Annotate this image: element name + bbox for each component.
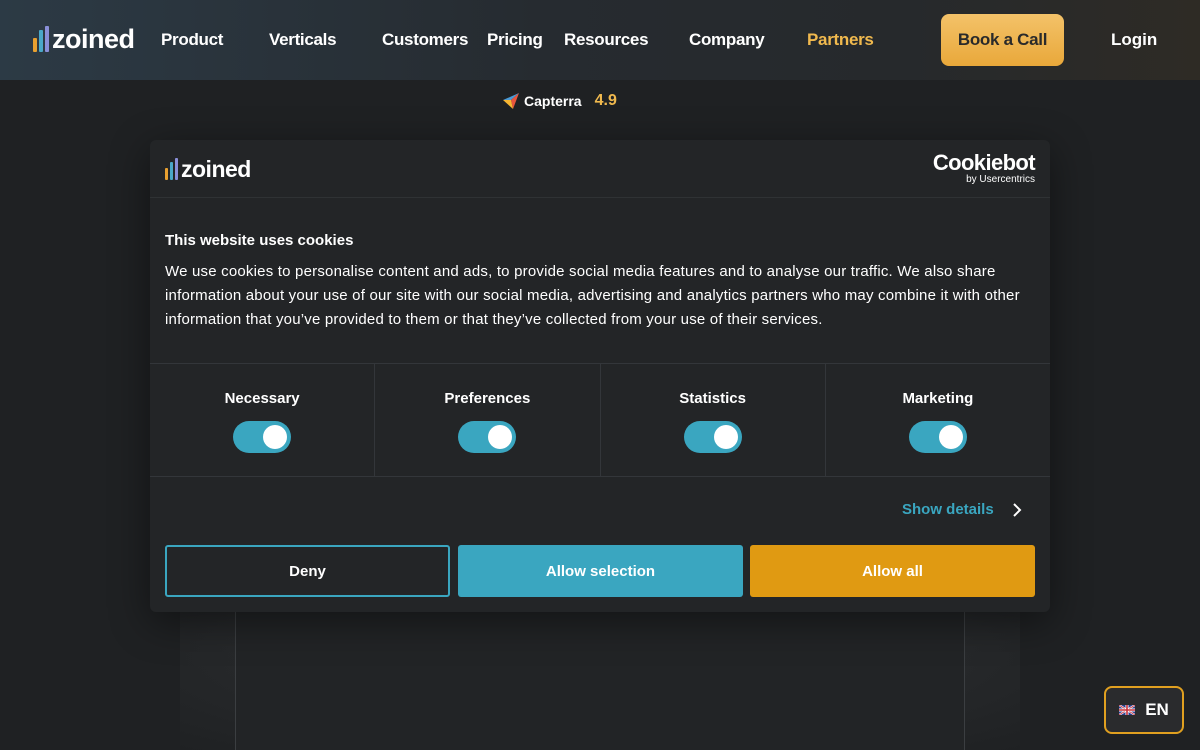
cookiebot-logo[interactable]: Cookiebot by Usercentrics	[932, 150, 1036, 185]
zoined-logo[interactable]: zoined	[33, 24, 135, 54]
capterra-arrow-icon	[503, 93, 519, 109]
book-a-call-button[interactable]: Book a Call	[941, 14, 1064, 66]
language-selector[interactable]: EN	[1104, 686, 1184, 734]
uk-flag-icon	[1119, 705, 1136, 715]
logo-bars-icon	[33, 26, 49, 52]
toggle-knob	[263, 425, 288, 449]
consent-label: Marketing	[902, 390, 974, 407]
cookiebot-name: Cookiebot	[932, 150, 1036, 175]
nav-item-company[interactable]: Company	[689, 30, 765, 50]
capterra-score: 4.9	[594, 92, 617, 109]
cookiebot-sub: by Usercentrics	[966, 174, 1035, 185]
dialog-header: zoined Cookiebot by Usercentrics	[150, 140, 1050, 198]
cookie-consent-dialog: zoined Cookiebot by Usercentrics This we…	[150, 140, 1050, 612]
allow-selection-button[interactable]: Allow selection	[458, 545, 743, 597]
preferences-toggle[interactable]	[458, 421, 517, 453]
consent-preferences: Preferences	[375, 364, 601, 476]
nav-item-verticals[interactable]: Verticals	[269, 30, 337, 50]
dialog-body: We use cookies to personalise content an…	[165, 263, 1020, 328]
top-navigation: zoined Product Verticals Customers Prici…	[0, 0, 1200, 80]
deny-button[interactable]: Deny	[165, 545, 450, 597]
dialog-title: This website uses cookies	[165, 232, 354, 249]
nav-item-pricing[interactable]: Pricing	[487, 30, 543, 50]
toggle-knob	[938, 425, 963, 449]
dialog-logo-text: zoined	[181, 156, 251, 182]
capterra-rating[interactable]: Capterra 4.9	[503, 92, 617, 110]
toggle-knob	[713, 425, 738, 449]
nav-item-resources[interactable]: Resources	[564, 30, 649, 50]
marketing-toggle[interactable]	[908, 421, 967, 453]
statistics-toggle[interactable]	[683, 421, 742, 453]
nav-item-partners[interactable]: Partners	[807, 30, 874, 50]
language-code: EN	[1145, 700, 1169, 719]
logo-text: zoined	[52, 24, 135, 54]
consent-label: Preferences	[444, 390, 531, 407]
nav-item-customers[interactable]: Customers	[382, 30, 468, 50]
show-details-label: Show details	[902, 501, 994, 518]
toggle-knob	[488, 425, 513, 449]
nav-item-product[interactable]: Product	[161, 30, 223, 50]
chevron-right-icon	[1012, 502, 1022, 517]
allow-all-button[interactable]: Allow all	[750, 545, 1035, 597]
consent-statistics: Statistics	[601, 364, 826, 476]
capterra-brand: Capterra	[524, 93, 582, 109]
consent-label: Necessary	[224, 390, 300, 407]
logo-bars-icon	[165, 158, 178, 180]
consent-necessary: Necessary	[150, 364, 376, 476]
login-link[interactable]: Login	[1111, 30, 1157, 50]
consent-label: Statistics	[679, 390, 746, 407]
consent-categories: Necessary Preferences Statistics Marketi…	[150, 363, 1050, 477]
show-details-link[interactable]: Show details	[902, 501, 1022, 518]
necessary-toggle[interactable]	[233, 421, 292, 453]
dialog-zoined-logo: zoined	[165, 156, 251, 182]
consent-marketing: Marketing	[826, 364, 1050, 476]
